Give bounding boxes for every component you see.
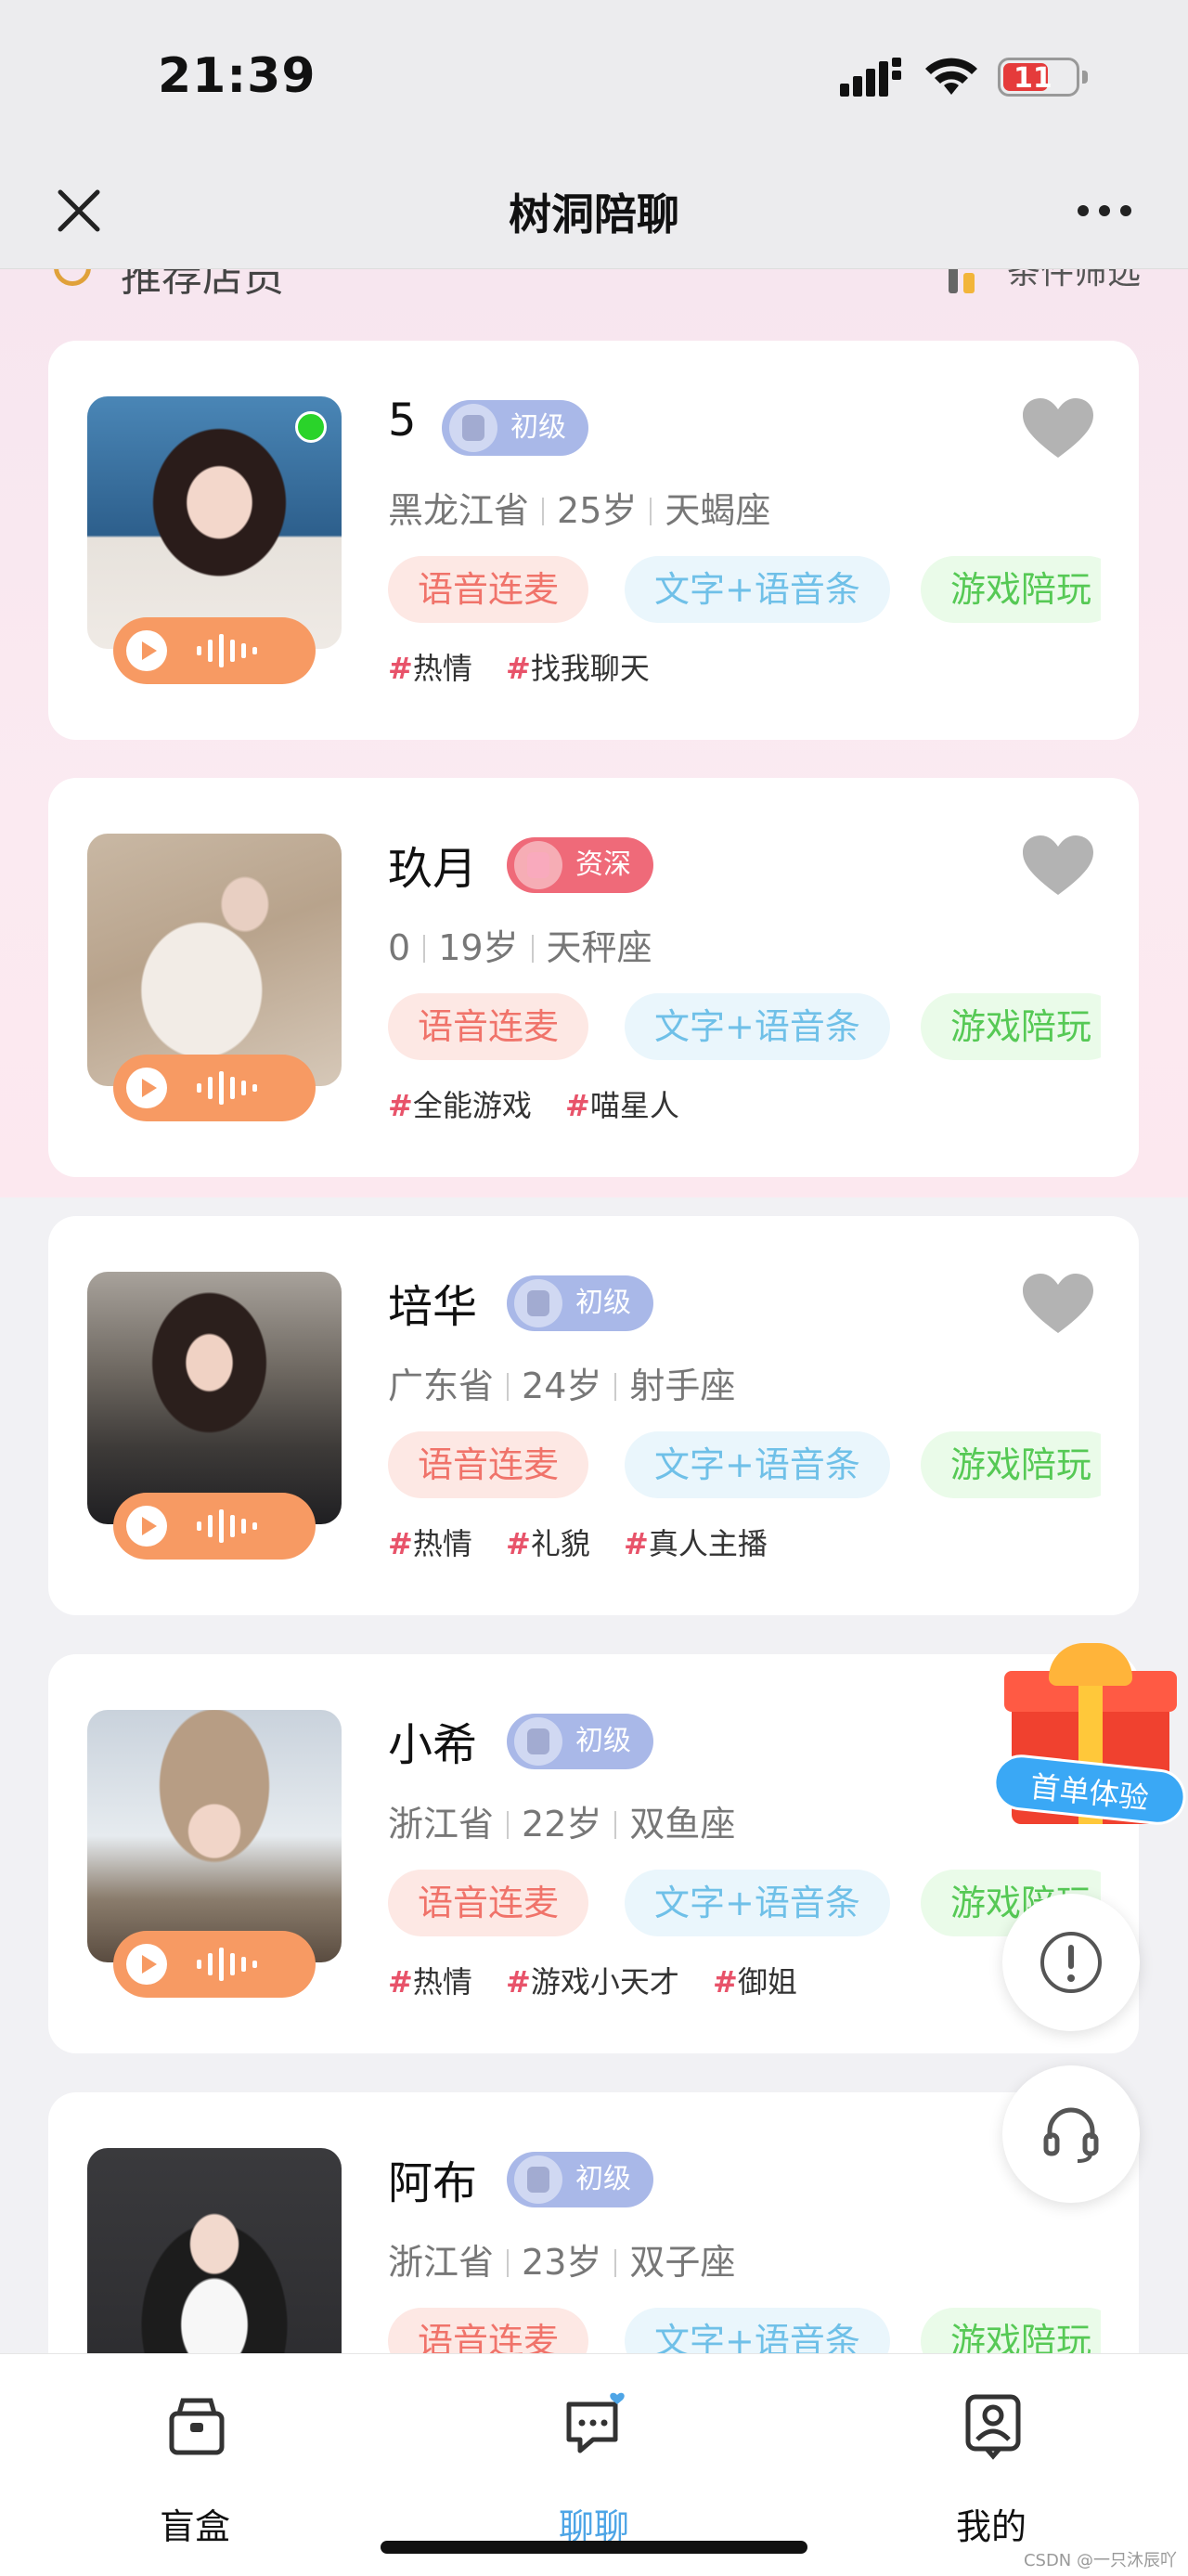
service-tag-game: 游戏陪玩 [921, 993, 1101, 1060]
voice-intro-button[interactable] [113, 1055, 316, 1121]
hashtag-list: #全能游戏 #喵星人 [388, 1082, 704, 1125]
hashtag: #游戏小天才 [506, 1964, 679, 2000]
companion-card[interactable]: 小希 初级 浙江省 22岁 双鱼座 语音连麦 文字+语音条 游戏陪玩 #热情 #游戏… [48, 1654, 1139, 2053]
sound-wave-icon [197, 1948, 257, 1981]
tab-label: 我的 [955, 2506, 1027, 2547]
section-title: 推荐店员 [121, 269, 284, 301]
companion-name: 小希 [388, 1719, 478, 1771]
favorite-heart-icon[interactable] [1021, 396, 1095, 461]
companion-card[interactable]: 5 初级 黑龙江省 25岁 天蝎座 语音连麦 文字+语音条 游戏陪玩 #热情 #找我… [48, 341, 1139, 740]
service-tag-text: 文字+语音条 [625, 1870, 890, 1936]
hashtag: #喵星人 [565, 1088, 679, 1123]
section-header: 推荐店员 条件筛选 [0, 269, 1188, 306]
companion-name: 5 [388, 395, 417, 447]
online-indicator [295, 411, 327, 443]
play-icon [126, 1068, 167, 1108]
headset-icon [1043, 2107, 1099, 2163]
play-icon [126, 1944, 167, 1985]
wifi-icon [925, 58, 977, 95]
service-tag-voice: 语音连麦 [388, 1431, 589, 1498]
sound-wave-icon [197, 1509, 257, 1543]
battery-icon: 11 [998, 58, 1088, 97]
customer-service-button[interactable] [1002, 2065, 1140, 2203]
voice-intro-button[interactable] [113, 1493, 316, 1560]
service-tag-text: 文字+语音条 [625, 556, 890, 623]
hashtag: #真人主播 [624, 1526, 768, 1561]
status-bar: 21:39 11 [0, 0, 1188, 162]
more-icon[interactable] [1072, 183, 1137, 239]
cellular-signal-icon [840, 58, 901, 97]
hashtag: #御姐 [713, 1964, 797, 2000]
level-bottle-icon [514, 1717, 562, 1766]
companion-name: 玖月 [388, 843, 478, 895]
filter-button[interactable]: 条件筛选 [1007, 269, 1141, 293]
first-order-gift-button[interactable]: 首单体验 [990, 1643, 1188, 1847]
tab-label: 盲盒 [159, 2506, 230, 2547]
page-title: 树洞陪聊 [509, 189, 679, 239]
level-badge: 资深 [507, 837, 653, 893]
hashtag-list: #热情 #礼貌 #真人主播 [388, 1521, 792, 1563]
profile-meta: 浙江省 22岁 双鱼座 [388, 1804, 736, 1845]
companion-name: 阿布 [388, 2157, 478, 2209]
avatar-photo[interactable] [87, 1710, 342, 1962]
tab-blind-box[interactable]: 盲盒 [56, 2354, 334, 2576]
companion-card[interactable]: 培华 初级 广东省 24岁 射手座 语音连麦 文字+语音条 游戏陪玩 #热情 #礼貌… [48, 1216, 1139, 1615]
avatar-photo[interactable] [87, 1272, 342, 1524]
hashtag: #热情 [388, 1526, 472, 1561]
profile-meta: 0 19岁 天秤座 [388, 927, 652, 968]
tab-mine[interactable]: 我的 [852, 2354, 1130, 2576]
companion-name: 培华 [388, 1281, 478, 1333]
profile-meta: 浙江省 23岁 双子座 [388, 2242, 736, 2283]
hashtag: #热情 [388, 651, 472, 686]
watermark: CSDN @一只沐辰吖 [1023, 2551, 1177, 2570]
filter-icon[interactable] [947, 269, 978, 297]
avatar-photo[interactable] [87, 834, 342, 1086]
play-icon [126, 1506, 167, 1547]
voice-intro-button[interactable] [113, 617, 316, 684]
service-tag-voice: 语音连麦 [388, 993, 589, 1060]
service-tag-voice: 语音连麦 [388, 556, 589, 623]
report-button[interactable] [1002, 1894, 1140, 2031]
alert-icon [1040, 1932, 1102, 1993]
level-badge: 初级 [507, 2152, 653, 2207]
companion-card[interactable]: 玖月 资深 0 19岁 天秤座 语音连麦 文字+语音条 游戏陪玩 #全能游戏 #喵星… [48, 778, 1139, 1177]
level-badge: 初级 [507, 1714, 653, 1769]
service-tag-voice: 语音连麦 [388, 1870, 589, 1936]
play-icon [126, 630, 167, 671]
status-time: 21:39 [158, 48, 316, 104]
voice-intro-button[interactable] [113, 1931, 316, 1998]
hashtag: #礼貌 [506, 1526, 590, 1561]
hashtag-list: #热情 #找我聊天 [388, 645, 674, 688]
profile-meta: 黑龙江省 25岁 天蝎座 [388, 490, 771, 531]
service-tag-game: 游戏陪玩 [921, 1431, 1101, 1498]
favorite-heart-icon[interactable] [1021, 834, 1095, 899]
hashtag: #找我聊天 [506, 651, 650, 686]
level-badge: 初级 [442, 400, 588, 456]
avatar-photo[interactable] [87, 396, 342, 649]
hashtag-list: #热情 #游戏小天才 #御姐 [388, 1959, 821, 2001]
level-bottle-icon [449, 404, 497, 452]
service-tag-game: 游戏陪玩 [921, 556, 1101, 623]
hashtag: #热情 [388, 1964, 472, 2000]
profile-meta: 广东省 24岁 射手座 [388, 1366, 736, 1406]
level-bottle-icon [514, 841, 562, 889]
home-indicator[interactable] [381, 2541, 807, 2554]
profile-icon [965, 2394, 1021, 2460]
level-bottle-icon [514, 1279, 562, 1327]
battery-level: 11 [1014, 62, 1052, 95]
sound-wave-icon [197, 634, 257, 667]
service-tag-text: 文字+语音条 [625, 993, 890, 1060]
sound-wave-icon [197, 1071, 257, 1105]
favorite-heart-icon[interactable] [1021, 1272, 1095, 1337]
chat-bubble-icon [566, 2392, 625, 2453]
service-tag-text: 文字+语音条 [625, 1431, 890, 1498]
section-icon [54, 269, 91, 286]
gift-box-icon [169, 2398, 225, 2455]
hashtag: #全能游戏 [388, 1088, 532, 1123]
level-bottle-icon [514, 2155, 562, 2204]
nav-bar: 树洞陪聊 [0, 162, 1188, 269]
level-badge: 初级 [507, 1275, 653, 1331]
